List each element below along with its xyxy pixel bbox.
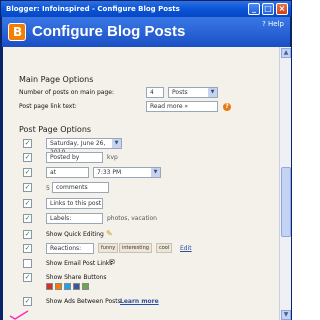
date-format-select[interactable]: Saturday, June 26, 2010 ▼ <box>46 138 122 156</box>
chevron-down-icon: ▼ <box>208 88 217 97</box>
page-title: Configure Blog Posts <box>32 23 186 40</box>
scroll-up-arrow-icon[interactable]: ▲ <box>281 48 291 58</box>
reactions-checkbox[interactable]: ✓ <box>23 244 32 253</box>
ads-label: Show Ads Between Posts <box>46 298 121 305</box>
reactions-input[interactable]: Reactions: <box>46 243 94 254</box>
posted-by-checkbox[interactable]: ✓ <box>23 153 32 162</box>
chevron-down-icon: ▼ <box>112 139 121 148</box>
learn-more-link[interactable]: Learn more <box>120 298 159 305</box>
window-frame: Blogger: Infoinspired - Configure Blog P… <box>0 0 292 320</box>
time-format-select[interactable]: 7:33 PM ▼ <box>93 167 161 178</box>
title-bar: Blogger: Infoinspired - Configure Blog P… <box>1 1 291 17</box>
labels-input[interactable]: Labels: <box>46 213 103 224</box>
app-header: Configure Blog Posts ? Help <box>2 17 290 47</box>
reaction-tag-cool[interactable]: cool <box>156 243 173 253</box>
comments-input[interactable]: comments <box>52 182 109 193</box>
num-posts-unit-select[interactable]: Posts ▼ <box>168 87 218 98</box>
email-icon: ✉ <box>109 258 115 266</box>
labels-suffix: photos, vacation <box>107 215 157 222</box>
email-links-checkbox[interactable] <box>23 259 32 268</box>
help-icon[interactable]: ? <box>223 103 231 111</box>
minimize-button[interactable]: _ <box>248 3 260 15</box>
date-checkbox[interactable]: ✓ <box>23 139 32 148</box>
twitter-share-icon <box>64 283 71 290</box>
link-text-input[interactable]: Read more » <box>146 101 218 112</box>
num-posts-input[interactable]: 4 <box>146 87 164 98</box>
help-link[interactable]: ? Help <box>262 20 284 28</box>
share-icons <box>46 283 89 290</box>
reaction-tag-interesting[interactable]: interesting <box>119 243 152 253</box>
close-button[interactable]: × <box>276 3 288 15</box>
comments-checkbox[interactable]: ✓ <box>23 183 32 192</box>
window-title: Blogger: Infoinspired - Configure Blog P… <box>6 5 180 13</box>
quick-editing-label: Show Quick Editing <box>46 231 104 238</box>
time-format-value: 7:33 PM <box>97 169 122 176</box>
scroll-thumb[interactable] <box>281 167 291 237</box>
link-text-label: Post page link text: <box>19 103 77 110</box>
blogger-logo-icon <box>8 23 26 41</box>
pencil-icon: ✎ <box>106 229 113 238</box>
chevron-down-icon: ▼ <box>151 168 160 177</box>
main-options-heading: Main Page Options <box>19 75 94 84</box>
settings-panel: Main Page Options Number of posts on mai… <box>3 47 279 320</box>
labels-checkbox[interactable]: ✓ <box>23 214 32 223</box>
posted-by-input[interactable]: Posted by <box>46 152 103 163</box>
share-buttons-label: Show Share Buttons <box>46 274 107 281</box>
reaction-tag-funny[interactable]: funny <box>98 243 119 253</box>
facebook-share-icon <box>73 283 80 290</box>
maximize-button[interactable]: □ <box>262 3 274 15</box>
window-controls: _ □ × <box>248 3 288 15</box>
ads-checkbox[interactable]: ✓ <box>23 297 32 306</box>
share-buttons-checkbox[interactable]: ✓ <box>23 273 32 282</box>
vertical-scrollbar[interactable]: ▲ ▼ <box>279 47 291 320</box>
comments-count: 5 <box>46 185 50 192</box>
at-input[interactable]: at <box>46 167 89 178</box>
annotation-check-mark <box>9 310 29 320</box>
buzz-share-icon <box>82 283 89 290</box>
reactions-edit-link[interactable]: Edit <box>180 245 192 252</box>
email-share-icon <box>46 283 53 290</box>
quick-editing-checkbox[interactable]: ✓ <box>23 230 32 239</box>
email-links-label: Show Email Post Links <box>46 260 113 267</box>
post-options-heading: Post Page Options <box>19 125 92 134</box>
links-input[interactable]: Links to this post <box>46 198 103 209</box>
posted-by-suffix: kvp <box>107 154 118 161</box>
num-posts-unit-value: Posts <box>172 89 188 96</box>
num-posts-label: Number of posts on main page: <box>19 89 114 96</box>
links-checkbox[interactable]: ✓ <box>23 199 32 208</box>
blogger-share-icon <box>55 283 62 290</box>
time-checkbox[interactable]: ✓ <box>23 168 32 177</box>
scroll-down-arrow-icon[interactable]: ▼ <box>281 310 291 320</box>
